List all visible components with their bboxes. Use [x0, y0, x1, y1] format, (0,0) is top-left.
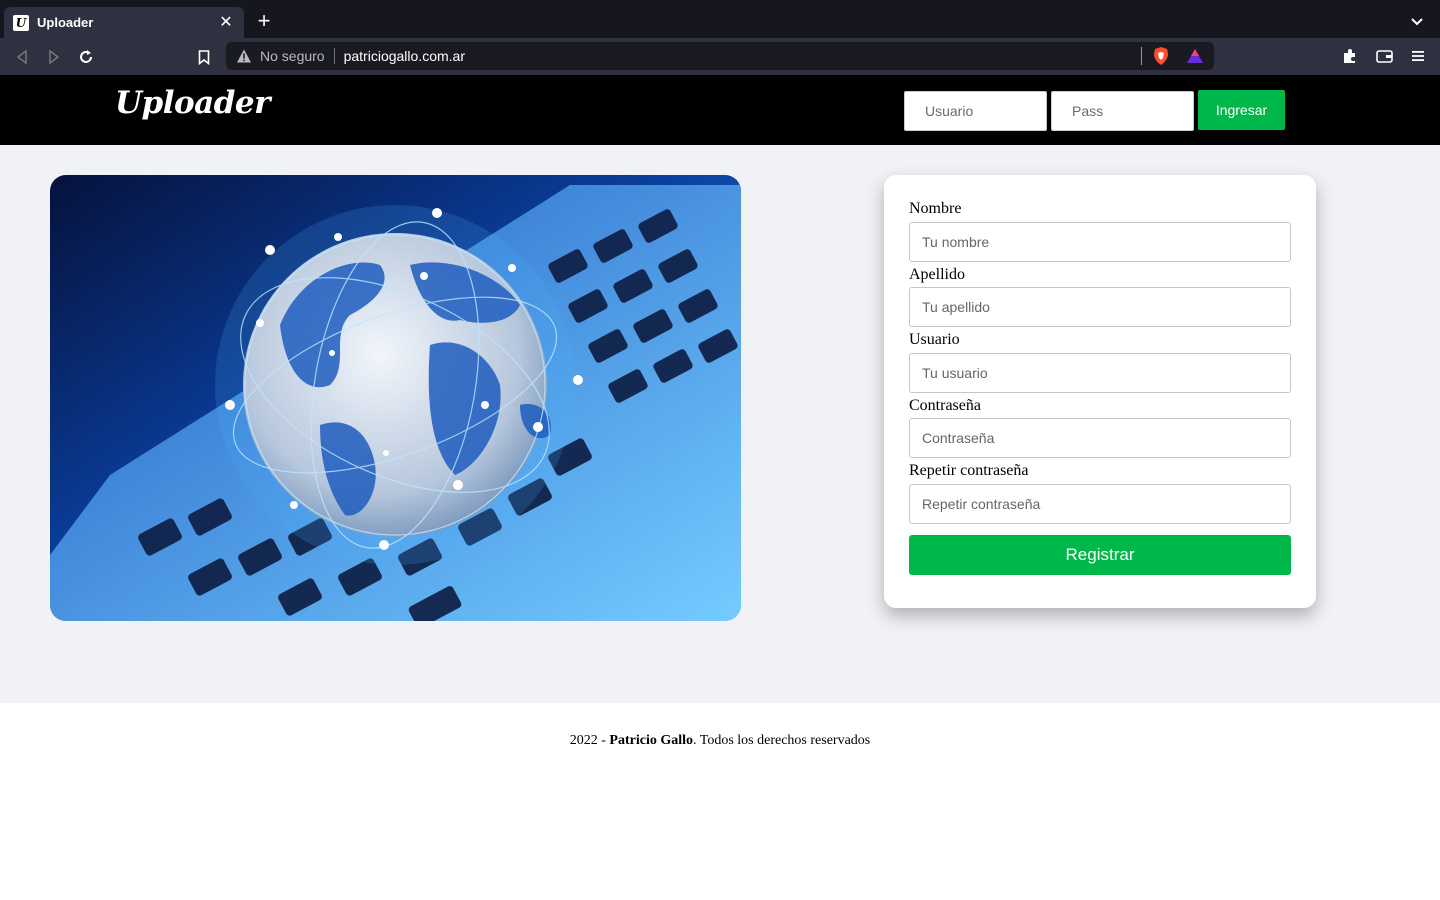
author-name: Patricio Gallo — [609, 733, 694, 748]
registrar-button[interactable]: Registrar — [909, 535, 1291, 575]
repetir-contrasena-label: Repetir contraseña — [909, 462, 1029, 479]
address-bar[interactable]: No seguro patriciogallo.com.ar — [226, 42, 1214, 70]
chevron-down-icon[interactable] — [1408, 13, 1426, 31]
usuario-label: Usuario — [909, 331, 960, 348]
register-card: Nombre Apellido Usuario Contraseña Repet… — [884, 175, 1316, 608]
close-tab-icon[interactable]: ✕ — [218, 14, 234, 31]
menu-icon[interactable] — [1408, 46, 1428, 66]
site-footer: 2022 - Patricio Gallo. Todos los derecho… — [0, 703, 1440, 900]
contrasena-label: Contraseña — [909, 397, 981, 414]
login-username-input[interactable] — [904, 91, 1047, 131]
forward-icon[interactable] — [44, 47, 64, 67]
site-logo[interactable]: Uploader — [115, 85, 270, 121]
address-separator — [333, 48, 335, 64]
copyright-suffix: . Todos los derechos reservados — [693, 733, 871, 748]
nombre-label: Nombre — [909, 200, 962, 217]
apellido-label: Apellido — [909, 266, 965, 283]
tab-title: Uploader — [37, 15, 94, 30]
browser-tab-strip: U Uploader ✕ + — [0, 0, 1440, 38]
brave-shields-icon[interactable] — [1152, 46, 1170, 66]
site-header: Uploader Ingresar — [0, 75, 1440, 145]
repetir-contrasena-input[interactable] — [909, 484, 1291, 524]
address-divider — [1141, 47, 1142, 65]
copyright-prefix: 2022 - — [569, 733, 610, 748]
wallet-icon[interactable] — [1374, 46, 1394, 66]
browser-tab[interactable]: U Uploader ✕ — [4, 7, 244, 38]
hero-image — [50, 175, 741, 621]
login-password-input[interactable] — [1051, 91, 1194, 131]
url-text[interactable]: patriciogallo.com.ar — [344, 48, 1141, 64]
nombre-input[interactable] — [909, 222, 1291, 262]
back-icon[interactable] — [12, 47, 32, 67]
main-content: Nombre Apellido Usuario Contraseña Repet… — [0, 145, 1440, 703]
security-status[interactable]: No seguro — [260, 48, 325, 64]
usuario-input[interactable] — [909, 353, 1291, 393]
brave-rewards-icon[interactable] — [1186, 48, 1204, 64]
bookmark-icon[interactable] — [194, 47, 214, 67]
extensions-icon[interactable] — [1340, 46, 1360, 66]
uploader-favicon-icon: U — [13, 14, 29, 31]
login-button[interactable]: Ingresar — [1198, 90, 1285, 130]
warning-icon — [237, 49, 251, 63]
copyright-text: 2022 - Patricio Gallo. Todos los derecho… — [0, 733, 1440, 749]
globe-laptop-illustration — [50, 175, 741, 621]
reload-icon[interactable] — [76, 47, 96, 67]
apellido-input[interactable] — [909, 287, 1291, 327]
contrasena-input[interactable] — [909, 418, 1291, 458]
new-tab-icon[interactable]: + — [255, 10, 273, 32]
